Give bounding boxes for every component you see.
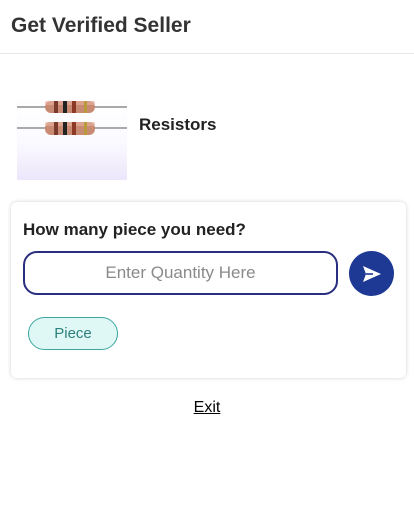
quantity-question: How many piece you need? [23,220,246,239]
product-name: Resistors [139,115,217,134]
unit-chip-piece[interactable]: Piece [28,317,118,350]
quantity-input[interactable] [23,251,338,295]
exit-link[interactable]: Exit [0,399,414,417]
send-arrow-icon [362,265,381,282]
send-button[interactable] [349,251,394,296]
resistor-image-icon [17,101,127,135]
app-header: Get Verified Seller [0,0,414,54]
page-title: Get Verified Seller [11,14,191,37]
quantity-card: How many piece you need? Piece [11,202,406,378]
product-image [17,96,127,180]
